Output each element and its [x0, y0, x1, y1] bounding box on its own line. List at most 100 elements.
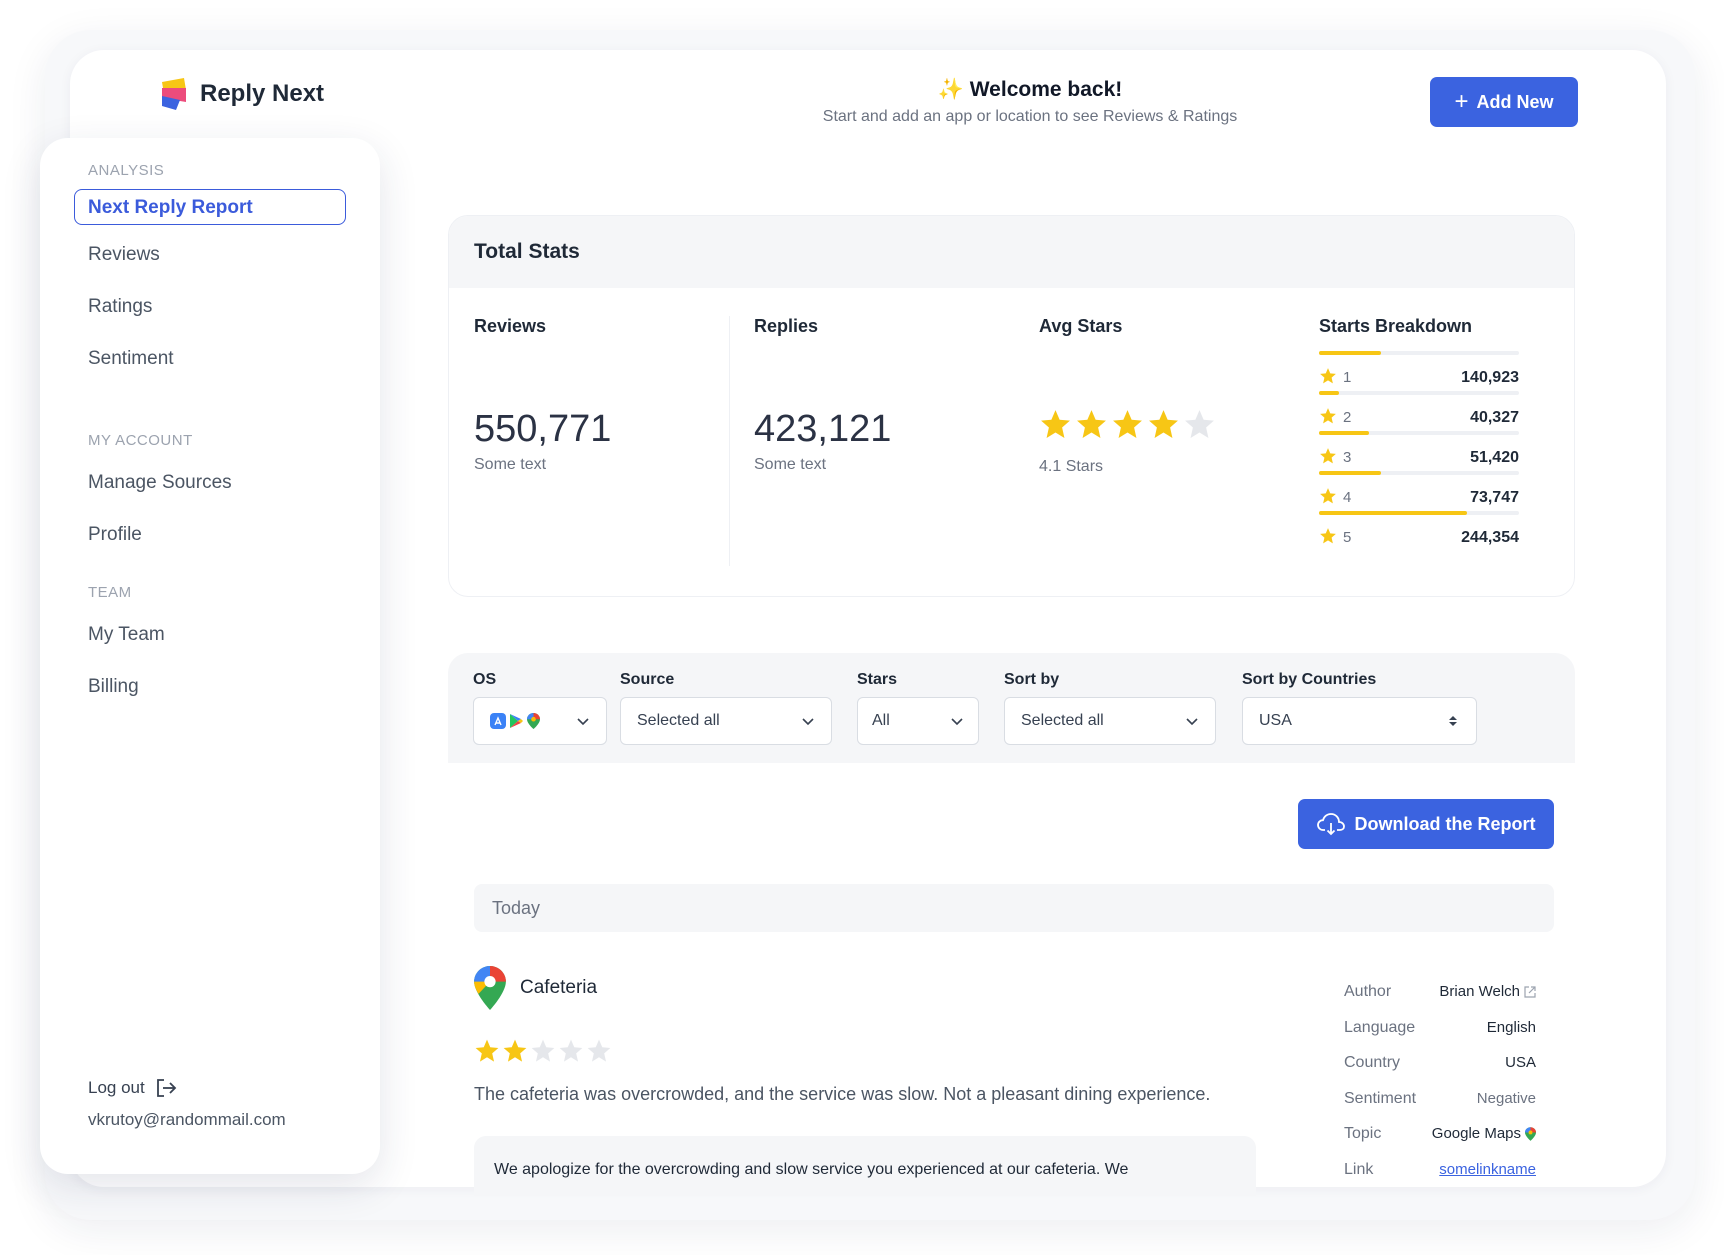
chevron-down-icon — [802, 718, 814, 726]
breakdown-star-number: 5 — [1343, 529, 1352, 546]
sidebar-item-reviews[interactable]: Reviews — [88, 244, 160, 266]
download-report-button[interactable]: Download the Report — [1298, 799, 1554, 849]
filter-os-label: OS — [473, 671, 497, 688]
filter-source: Source Selected all — [620, 671, 832, 745]
breakdown-count: 73,747 — [1470, 489, 1519, 506]
review-place: Cafeteria — [474, 966, 597, 1010]
sidebar: ANALYSIS Next Reply Report Reviews Ratin… — [40, 138, 380, 1174]
stars-select[interactable]: All — [857, 697, 979, 745]
section-my-account: MY ACCOUNT — [88, 432, 193, 449]
star-icon — [587, 1039, 611, 1062]
logout-button[interactable]: Log out — [88, 1078, 177, 1098]
filter-countries: Sort by Countries USA — [1242, 671, 1477, 745]
breakdown-fill — [1319, 511, 1467, 515]
source-select[interactable]: Selected all — [620, 697, 832, 745]
breakdown-star-number: 4 — [1343, 489, 1352, 506]
star-icon — [1185, 410, 1214, 438]
sidebar-item-profile[interactable]: Profile — [88, 524, 142, 546]
countries-select[interactable]: USA — [1242, 697, 1477, 745]
chevron-down-icon — [1186, 718, 1198, 726]
meta-country: Country USA — [1344, 1054, 1536, 1071]
stat-breakdown-label: Starts Breakdown — [1319, 316, 1473, 336]
sidebar-item-manage-sources[interactable]: Manage Sources — [88, 472, 232, 494]
sidebar-item-billing[interactable]: Billing — [88, 676, 139, 698]
section-analysis: ANALYSIS — [88, 162, 165, 179]
breakdown-count: 140,923 — [1461, 369, 1519, 386]
add-new-button[interactable]: + Add New — [1430, 77, 1578, 127]
star-icon — [1041, 410, 1070, 438]
plus-icon: + — [1454, 88, 1469, 115]
stat-avg-label: Avg Stars — [1039, 316, 1123, 336]
review-meta: Author Brian Welch Language English Coun… — [1344, 983, 1536, 1196]
sort-arrows-icon — [1449, 716, 1457, 726]
avg-stars-rating — [1039, 408, 1216, 441]
reply-text: We apologize for the overcrowding and sl… — [474, 1136, 1256, 1196]
filter-source-label: Source — [620, 671, 675, 688]
star-icon — [1320, 488, 1336, 504]
review-text: The cafeteria was overcrowded, and the s… — [474, 1084, 1211, 1104]
stat-reviews-label: Reviews — [474, 316, 547, 336]
stat-reviews-sub: Some text — [474, 456, 547, 473]
breakdown-row-3: 3 51,420 — [1319, 431, 1519, 471]
star-icon — [1320, 368, 1336, 384]
google-play-icon — [510, 714, 523, 728]
stats-title: Total Stats — [449, 216, 1574, 288]
star-icon — [1113, 410, 1142, 438]
sort-by-select[interactable]: Selected all — [1004, 697, 1216, 745]
stat-reviews-value: 550,771 — [474, 408, 612, 450]
meta-link: Link somelinkname — [1344, 1160, 1536, 1178]
stat-replies-sub: Some text — [754, 456, 827, 473]
filter-sort-by: Sort by Selected all — [1004, 671, 1216, 745]
stat-replies-value: 423,121 — [754, 408, 892, 450]
brand-logo[interactable]: Reply Next — [158, 76, 324, 112]
google-maps-icon — [527, 713, 540, 729]
os-select[interactable] — [473, 697, 607, 745]
google-maps-icon — [1525, 1126, 1536, 1141]
breakdown-count: 51,420 — [1470, 449, 1519, 466]
breakdown-star-number: 1 — [1343, 369, 1352, 386]
breakdown-row-1: 1 140,923 — [1319, 351, 1519, 391]
filters-bar: OS Source Selected all Stars All Sort by… — [448, 653, 1575, 763]
star-icon — [1320, 448, 1336, 464]
sidebar-item-ratings[interactable]: Ratings — [88, 296, 152, 318]
star-icon — [1149, 410, 1178, 438]
stat-avg-stars: Avg Stars 4.1 Stars — [1039, 316, 1214, 475]
filter-sortby-label: Sort by — [1004, 671, 1060, 688]
chevron-down-icon — [577, 718, 589, 726]
star-icon — [559, 1039, 583, 1062]
breakdown-row-5: 5 244,354 — [1319, 511, 1519, 551]
breakdown-track — [1319, 511, 1519, 515]
stat-replies-label: Replies — [754, 316, 819, 336]
filter-os: OS — [473, 671, 607, 745]
breakdown-count: 244,354 — [1461, 529, 1519, 546]
stat-avg-text: 4.1 Stars — [1039, 458, 1104, 475]
welcome-title: ✨ Welcome back! — [937, 78, 1123, 101]
logo-mark-icon — [162, 78, 186, 110]
star-icon — [503, 1039, 527, 1062]
meta-sentiment: Sentiment Negative — [1344, 1089, 1536, 1107]
breakdown-track — [1319, 351, 1519, 355]
stat-breakdown: Starts Breakdown — [1319, 316, 1472, 337]
sidebar-item-my-team[interactable]: My Team — [88, 624, 165, 646]
breakdown-track — [1319, 471, 1519, 475]
breakdown-star-number: 3 — [1343, 449, 1352, 466]
sidebar-item-next-reply-report[interactable]: Next Reply Report — [74, 189, 346, 225]
user-email: vkrutoy@randommail.com — [88, 1110, 286, 1129]
review-place-name: Cafeteria — [520, 977, 598, 998]
star-icon — [475, 1039, 499, 1062]
filter-countries-label: Sort by Countries — [1242, 671, 1377, 688]
welcome-subtitle: Start and add an app or location to see … — [822, 108, 1238, 125]
sidebar-item-sentiment[interactable]: Sentiment — [88, 348, 174, 370]
welcome-block: ✨ Welcome back! Start and add an app or … — [780, 78, 1280, 126]
brand-name: Reply Next — [200, 80, 325, 107]
meta-topic: Topic Google Maps — [1344, 1125, 1536, 1161]
chevron-down-icon — [951, 718, 963, 726]
app-store-icon — [490, 713, 506, 729]
breakdown-count: 40,327 — [1470, 409, 1519, 426]
breakdown-fill — [1319, 351, 1381, 355]
review-rating — [474, 1038, 612, 1064]
review-link[interactable]: somelinkname — [1439, 1161, 1536, 1178]
sparkle-icon: ✨ — [937, 78, 964, 101]
star-icon — [1077, 410, 1106, 438]
stat-replies: Replies 423,121 Some text — [754, 316, 891, 473]
